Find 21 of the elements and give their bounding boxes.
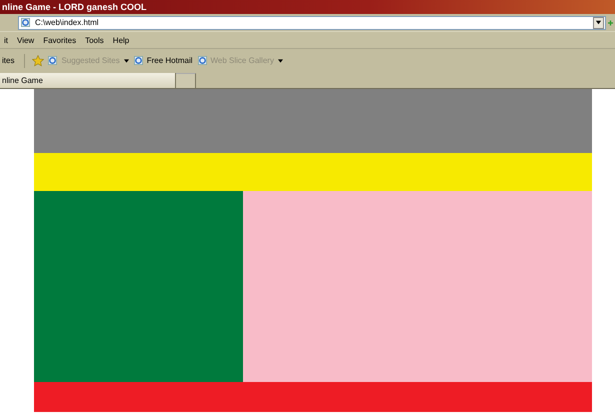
caret-icon <box>278 58 283 62</box>
caret-icon <box>124 58 129 62</box>
globe-icon <box>48 56 58 65</box>
new-tab-button[interactable] <box>176 73 196 88</box>
globe-icon <box>134 56 143 65</box>
favorites-link[interactable]: Free Hotmail <box>134 56 193 65</box>
menu-item[interactable]: Tools <box>85 36 104 44</box>
menu-item[interactable]: it <box>4 36 8 44</box>
menu-item[interactable]: Favorites <box>43 36 76 44</box>
url-text: C:\web\index.html <box>35 18 100 27</box>
globe-icon <box>198 56 207 65</box>
menu-item[interactable]: View <box>17 36 34 44</box>
dropdown-button[interactable] <box>593 16 604 28</box>
globe-icon <box>21 18 30 27</box>
star-icon[interactable] <box>32 54 44 66</box>
favorites-label[interactable]: ites <box>2 56 14 65</box>
browser-tab[interactable]: nline Game <box>0 73 176 88</box>
window-title: nline Game - LORD ganesh COOL <box>0 0 615 14</box>
caret-icon <box>595 19 602 26</box>
address-field[interactable]: C:\web\index.html <box>18 16 606 30</box>
menu-item[interactable]: Help <box>112 36 130 44</box>
